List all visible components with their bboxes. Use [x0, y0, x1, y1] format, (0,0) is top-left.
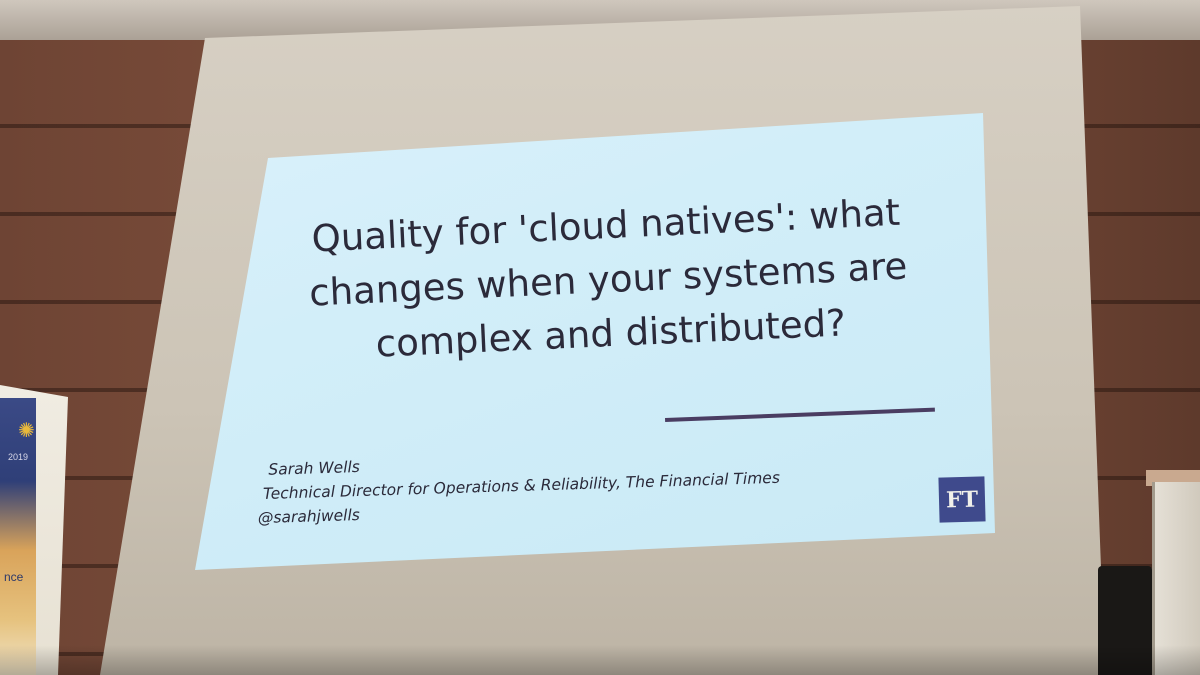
- banner-year: 2019: [8, 452, 29, 462]
- floor-shadow: [0, 645, 1200, 675]
- banner-star-icon: ✺: [18, 420, 35, 442]
- ft-logo: FT: [938, 476, 986, 523]
- slide-title: Quality for 'cloud natives': what change…: [255, 183, 962, 377]
- banner-word: nce: [4, 570, 24, 584]
